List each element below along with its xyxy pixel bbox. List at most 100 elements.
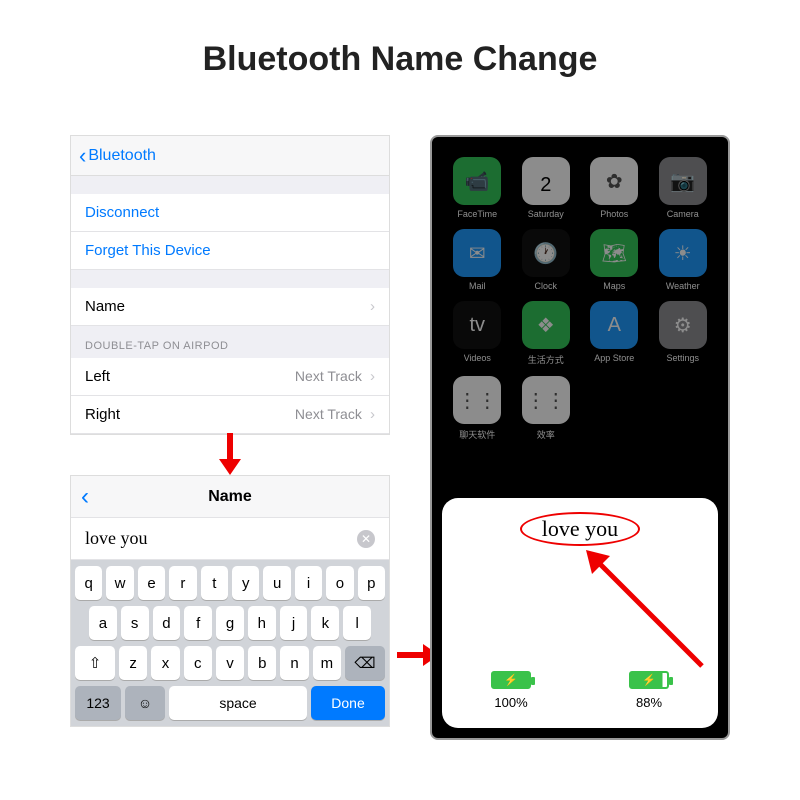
app-mail[interactable]: ✉︎Mail [446,229,509,291]
chevron-right-icon: › [366,368,375,385]
app-icon: ✿ [590,157,638,205]
key-j[interactable]: j [280,606,308,640]
app-icon: ✉︎ [453,229,501,277]
name-input-value[interactable]: love you [85,528,148,549]
key-m[interactable]: m [313,646,341,680]
arrow-down-icon [215,431,245,475]
key-delete[interactable]: ⌫ [345,646,385,680]
key-123[interactable]: 123 [75,686,121,720]
app-label: Photos [600,209,628,219]
right-airpod-cell[interactable]: Right Next Track › [71,396,389,434]
key-g[interactable]: g [216,606,244,640]
name-cell[interactable]: Name › [71,288,389,326]
right-value: Next Track [295,406,362,422]
disconnect-button[interactable]: Disconnect [71,194,389,232]
key-p[interactable]: p [358,566,385,600]
clear-input-icon[interactable]: ✕ [357,530,375,548]
battery-icon: ⚡ [629,671,669,689]
key-d[interactable]: d [153,606,181,640]
back-button[interactable]: ‹ Bluetooth [79,145,156,167]
left-airpod-cell[interactable]: Left Next Track › [71,358,389,396]
nav-bar: ‹ Bluetooth [71,136,389,176]
app-facetime[interactable]: 📹 FaceTime [446,157,509,219]
name-input-row[interactable]: love you ✕ [71,518,389,560]
chevron-right-icon: › [370,298,375,315]
phone-mockup: 📹 FaceTime Saturday2Saturday✿ Photos 📷 Camera… [430,135,730,740]
app-icon: 📷 [659,157,707,205]
key-z[interactable]: z [119,646,147,680]
key-shift[interactable]: ⇧ [75,646,115,680]
app-weather[interactable]: ☀︎Weather [652,229,715,291]
key-b[interactable]: b [248,646,276,680]
key-v[interactable]: v [216,646,244,680]
key-e[interactable]: e [138,566,165,600]
app-label: Videos [464,353,491,363]
chevron-left-icon: ‹ [79,145,86,167]
key-emoji[interactable]: ☺ [125,686,165,720]
app-saturday[interactable]: Saturday2Saturday [515,157,578,219]
forget-device-button[interactable]: Forget This Device [71,232,389,270]
arrow-down-annotation [70,435,390,475]
app-camera[interactable]: 📷 Camera [652,157,715,219]
app-settings[interactable]: ⚙︎ Settings [652,301,715,366]
app-icon: tv [453,301,501,349]
app-label: Camera [667,209,699,219]
app-生活方式[interactable]: ❖ 生活方式 [515,301,578,366]
battery-left-percent: 100% [494,695,527,710]
key-u[interactable]: u [263,566,290,600]
arrow-annotation-icon [582,546,712,676]
key-done[interactable]: Done [311,686,385,720]
app-label: 生活方式 [528,353,564,366]
app-label: FaceTime [457,209,497,219]
name-editor-panel: ‹ Name love you ✕ qwertyuiop asdfghjkl ⇧… [70,475,390,727]
app-app-store[interactable]: AApp Store [583,301,646,366]
app-icon: 🗺 [590,229,638,277]
bolt-icon: ⚡ [642,674,656,687]
double-tap-header: DOUBLE-TAP ON AIRPOD [71,326,389,358]
key-w[interactable]: w [106,566,133,600]
name-nav-bar: ‹ Name [71,476,389,518]
key-f[interactable]: f [184,606,212,640]
key-a[interactable]: a [89,606,117,640]
app-label: App Store [594,353,634,363]
left-value: Next Track [295,368,362,384]
back-label: Bluetooth [88,147,156,165]
app-聊天软件[interactable]: ⋮⋮聊天软件 [446,376,509,441]
name-label: Name [85,298,125,315]
app-icon: ❖ [522,301,570,349]
app-photos[interactable]: ✿ Photos [583,157,646,219]
back-button[interactable]: ‹ [81,483,89,511]
key-t[interactable]: t [201,566,228,600]
page-title: Bluetooth Name Change [0,40,800,79]
name-editor-title: Name [208,488,252,506]
left-column: ‹ Bluetooth Disconnect Forget This Devic… [70,135,390,727]
app-maps[interactable]: 🗺Maps [583,229,646,291]
app-icon: ⚙︎ [659,301,707,349]
key-l[interactable]: l [343,606,371,640]
key-k[interactable]: k [311,606,339,640]
key-n[interactable]: n [280,646,308,680]
key-i[interactable]: i [295,566,322,600]
key-q[interactable]: q [75,566,102,600]
app-videos[interactable]: tv Videos [446,301,509,366]
app-clock[interactable]: 🕐Clock [515,229,578,291]
app-label: Settings [666,353,699,363]
key-s[interactable]: s [121,606,149,640]
key-r[interactable]: r [169,566,196,600]
key-space[interactable]: space [169,686,307,720]
key-h[interactable]: h [248,606,276,640]
app-icon: ⋮⋮ [522,376,570,424]
keyboard: qwertyuiop asdfghjkl ⇧zxcvbnm⌫ 123 ☺ spa… [71,560,389,726]
app-label: 聊天软件 [459,428,495,441]
key-x[interactable]: x [151,646,179,680]
section-gap [71,176,389,194]
key-y[interactable]: y [232,566,259,600]
key-o[interactable]: o [326,566,353,600]
section-gap [71,270,389,288]
app-label: Weather [666,281,700,291]
app-效率[interactable]: ⋮⋮效率 [515,376,578,441]
key-c[interactable]: c [184,646,212,680]
home-screen-grid: 📹 FaceTime Saturday2Saturday✿ Photos 📷 Camera… [432,147,728,451]
app-icon: 📹 [453,157,501,205]
app-label: Clock [534,281,557,291]
